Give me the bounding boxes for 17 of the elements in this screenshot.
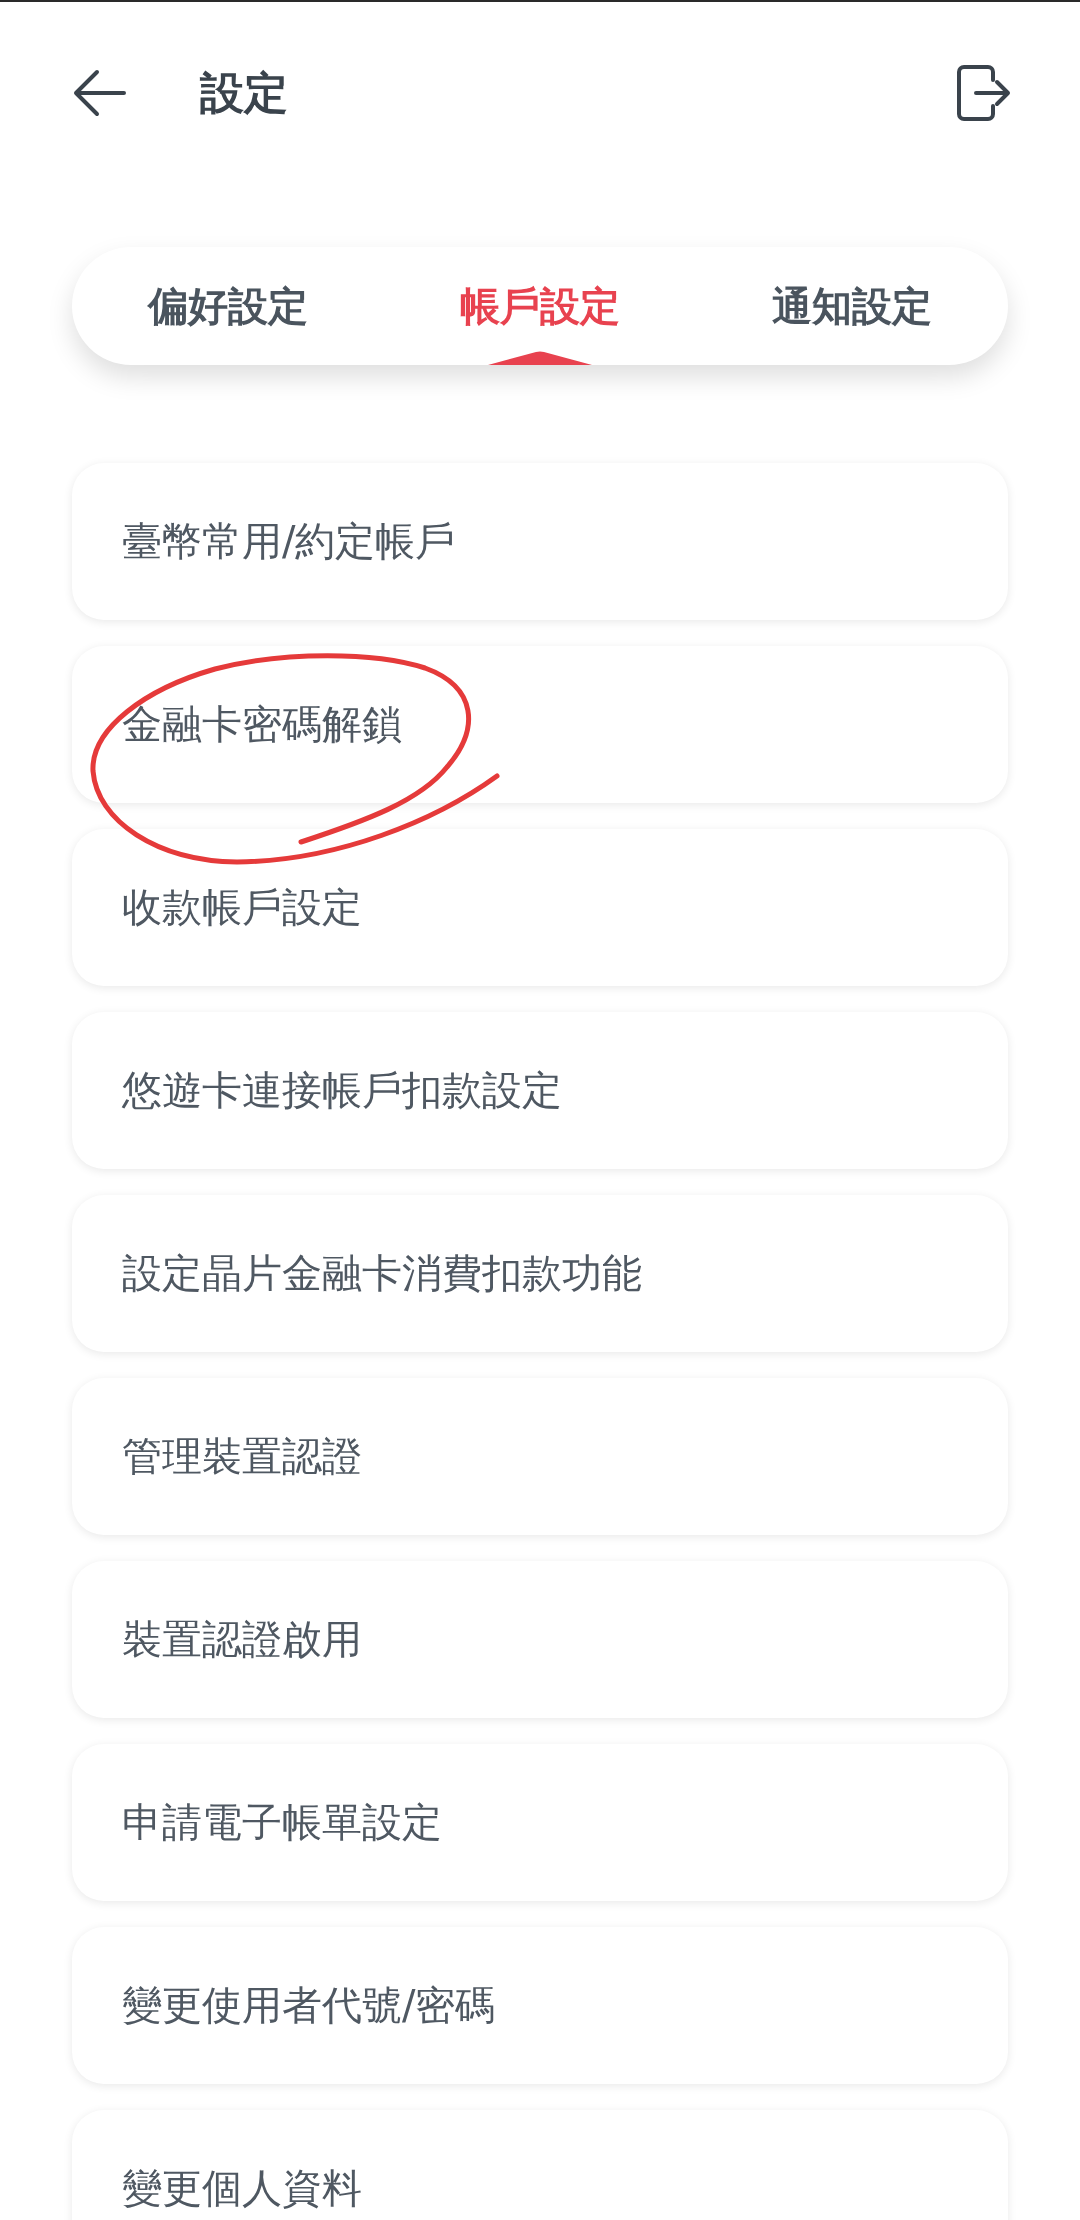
tab[interactable]: 帳戶設定 (384, 247, 696, 365)
logout-icon[interactable] (955, 63, 1011, 123)
settings-list-item[interactable]: 裝置認證啟用 (72, 1561, 1008, 1718)
settings-list-item[interactable]: 悠遊卡連接帳戶扣款設定 (72, 1012, 1008, 1169)
settings-list-item[interactable]: 設定晶片金融卡消費扣款功能 (72, 1195, 1008, 1352)
tab-pointer-icon (488, 351, 592, 365)
settings-list-item[interactable]: 申請電子帳單設定 (72, 1744, 1008, 1901)
settings-list-item[interactable]: 管理裝置認證 (72, 1378, 1008, 1535)
settings-list-item[interactable]: 變更個人資料 (72, 2110, 1008, 2220)
settings-list-item[interactable]: 收款帳戶設定 (72, 829, 1008, 986)
back-icon[interactable] (72, 69, 126, 117)
settings-list-item[interactable]: 金融卡密碼解鎖 (72, 646, 1008, 803)
tab[interactable]: 偏好設定 (72, 247, 384, 365)
settings-list-item[interactable]: 臺幣常用/約定帳戶 (72, 463, 1008, 620)
tab[interactable]: 通知設定 (696, 247, 1008, 365)
settings-list-item[interactable]: 變更使用者代號/密碼 (72, 1927, 1008, 2084)
page-title: 設定 (200, 65, 288, 120)
